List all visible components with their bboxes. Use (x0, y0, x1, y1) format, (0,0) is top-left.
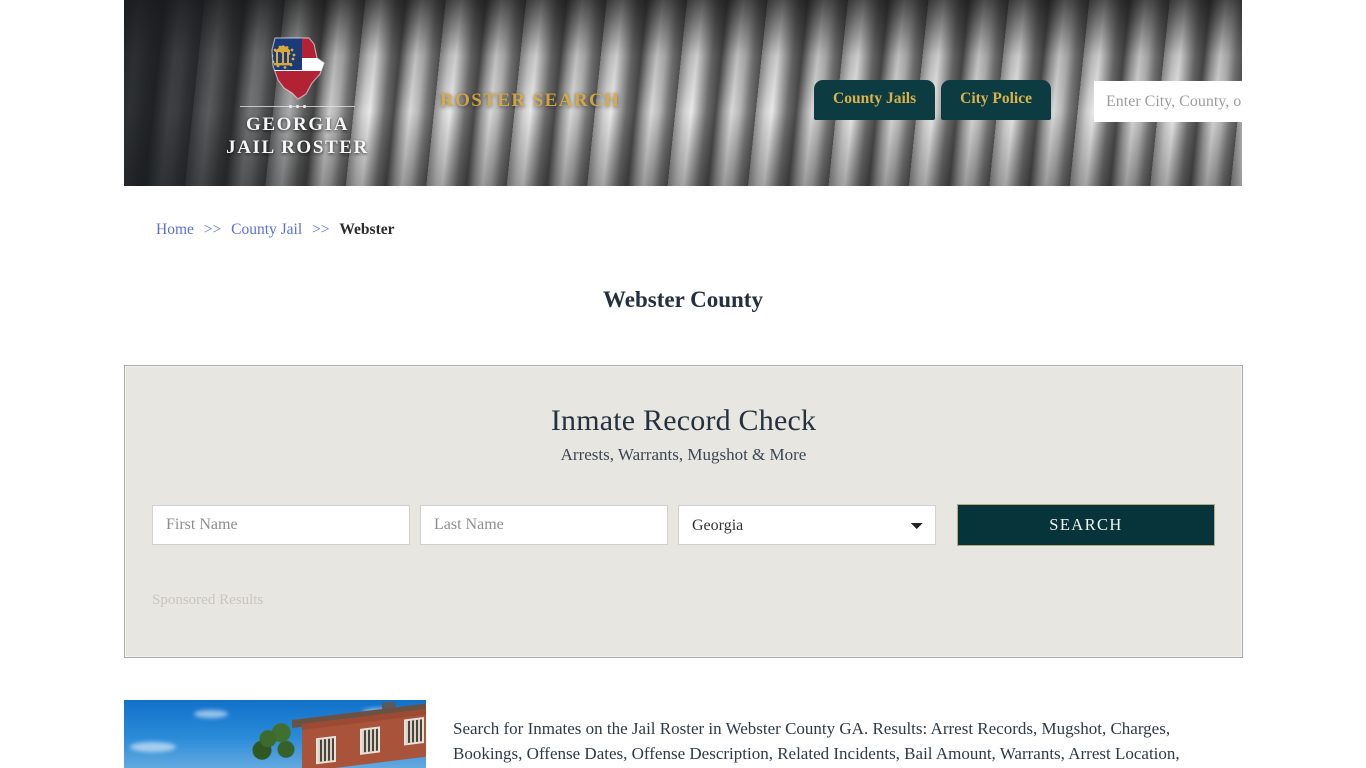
site-header: GEORGIA JAIL ROSTER ROSTER SEARCH County… (124, 0, 1242, 186)
brand-name-line2: JAIL ROSTER (226, 137, 369, 158)
breadcrumb-link-county-jail[interactable]: County Jail (231, 221, 302, 238)
brand-divider (240, 106, 355, 107)
breadcrumb-separator: >> (312, 221, 330, 238)
nav-item-county-jails[interactable]: County Jails (814, 80, 936, 120)
panel-subtitle: Arrests, Warrants, Mugshot & More (560, 445, 807, 464)
brand-name-line1: GEORGIA (245, 114, 350, 135)
state-select[interactable]: Georgia (678, 505, 936, 545)
inmate-record-check-panel: Inmate Record Check Arrests, Warrants, M… (124, 365, 1243, 658)
banner-title: ROSTER SEARCH (440, 90, 621, 111)
panel-title: Inmate Record Check (550, 404, 817, 437)
main-nav: County Jails City Police (814, 80, 1052, 120)
first-name-input[interactable] (152, 505, 410, 545)
jail-photo (124, 700, 426, 768)
site-brand[interactable]: GEORGIA JAIL ROSTER (190, 36, 405, 159)
inmate-search-button[interactable]: SEARCH (957, 504, 1215, 546)
page-root: GEORGIA JAIL ROSTER ROSTER SEARCH County… (0, 0, 1366, 768)
page-title: Webster County (603, 287, 763, 313)
breadcrumb-link-home[interactable]: Home (156, 221, 194, 238)
inmate-search-form: Georgia SEARCH (152, 504, 1215, 546)
sponsored-results-label: Sponsored Results (152, 592, 264, 608)
header-search (1094, 81, 1242, 122)
last-name-input[interactable] (420, 505, 668, 545)
nav-item-city-police[interactable]: City Police (941, 80, 1052, 120)
breadcrumb-separator: >> (203, 221, 222, 238)
breadcrumb-current: Webster (339, 221, 395, 238)
header-search-input[interactable] (1094, 81, 1242, 122)
page-description: Search for Inmates on the Jail Roster in… (453, 719, 1180, 763)
breadcrumb: Home >> County Jail >> Webster (156, 221, 395, 239)
georgia-state-flag-icon (270, 37, 325, 100)
